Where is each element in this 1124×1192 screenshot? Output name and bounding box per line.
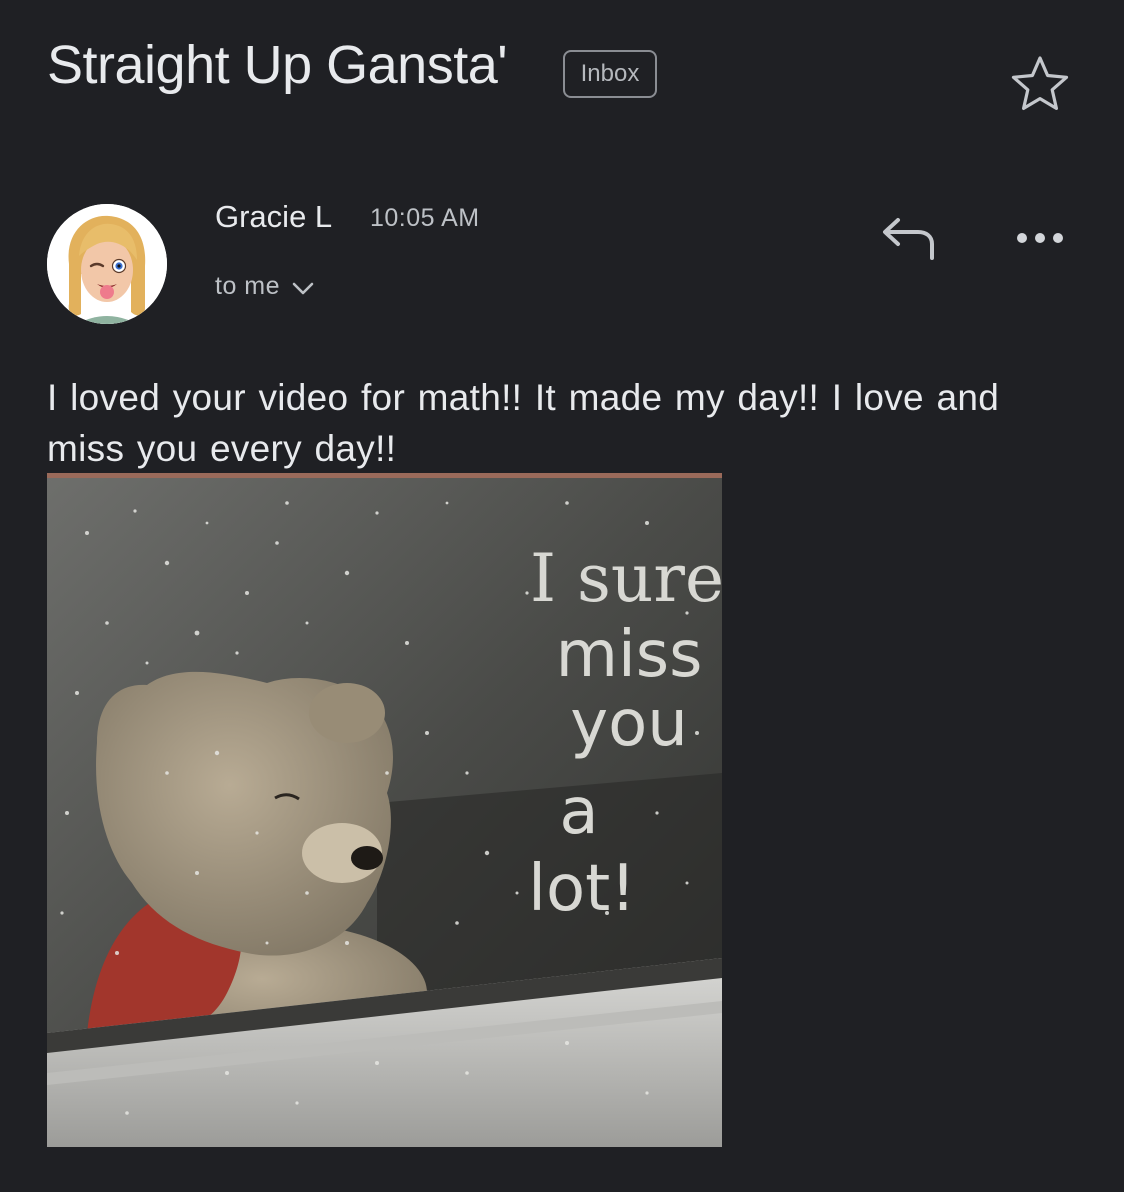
gif-text-line-1: I sure: [530, 540, 722, 617]
inbox-label-chip[interactable]: Inbox: [563, 50, 657, 98]
email-timestamp: 10:05 AM: [370, 204, 480, 232]
gif-text-line-5: lot!: [528, 852, 636, 926]
email-subject: Straight Up Gansta': [47, 35, 508, 95]
gif-text-line-4: a: [559, 775, 598, 849]
sender-name[interactable]: Gracie L: [215, 196, 332, 238]
gif-text-line-3: you: [570, 687, 688, 761]
gif-text-line-2: miss: [556, 618, 703, 692]
email-body: I loved your video for math!! It made my…: [47, 377, 1000, 469]
chevron-down-icon[interactable]: [290, 276, 316, 302]
more-options-icon[interactable]: [1008, 214, 1072, 262]
inline-gif-attachment[interactable]: I sure miss you a lot!: [47, 473, 722, 1147]
reply-icon[interactable]: [876, 210, 940, 266]
recipient-details-toggle[interactable]: to me: [215, 268, 316, 304]
recipient-label: to me: [215, 272, 281, 300]
sender-avatar[interactable]: [47, 204, 167, 324]
star-icon[interactable]: [1008, 52, 1072, 116]
